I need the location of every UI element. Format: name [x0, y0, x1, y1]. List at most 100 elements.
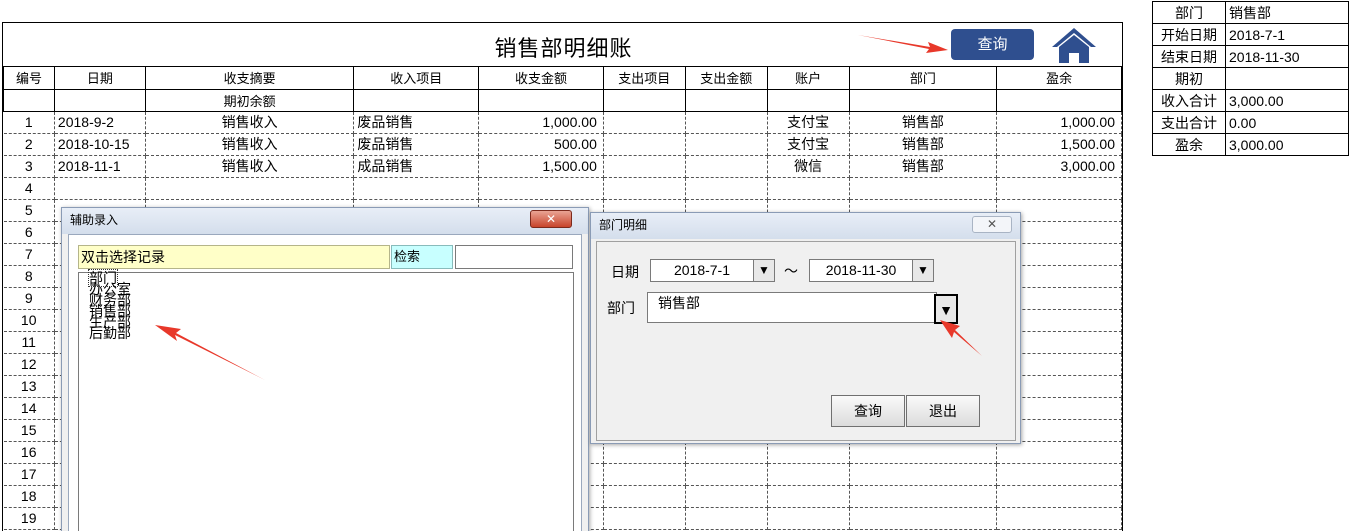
table-cell[interactable]: 微信 — [767, 155, 850, 178]
table-cell[interactable] — [603, 155, 686, 178]
table-cell[interactable]: 14 — [3, 397, 55, 420]
list-item[interactable]: 后勤部 — [79, 326, 573, 340]
column-header: 部门 — [848, 67, 998, 90]
table-cell[interactable]: 销售收入 — [145, 155, 355, 178]
table-cell[interactable] — [996, 177, 1122, 200]
table-cell[interactable]: 销售部 — [849, 133, 998, 156]
table-cell[interactable]: 2018-11-1 — [54, 155, 146, 178]
list-item[interactable]: 财务部 — [79, 293, 573, 307]
table-cell[interactable] — [603, 485, 686, 508]
table-cell[interactable]: 2 — [3, 133, 55, 156]
table-cell[interactable] — [849, 177, 998, 200]
table-cell[interactable]: 成品销售 — [353, 155, 480, 178]
department-select[interactable]: 销售部 — [647, 292, 937, 323]
table-cell[interactable] — [603, 507, 686, 530]
table-cell[interactable] — [145, 177, 355, 200]
table-cell[interactable] — [685, 441, 768, 464]
start-date-field[interactable]: 2018-7-1 — [650, 259, 754, 282]
table-cell[interactable]: 1,000.00 — [996, 111, 1122, 134]
table-cell[interactable]: 6 — [3, 221, 55, 244]
table-cell[interactable]: 支付宝 — [767, 133, 850, 156]
table-cell[interactable] — [603, 133, 686, 156]
table-cell[interactable] — [767, 485, 850, 508]
summary-row: 盈余 3,000.00 — [1152, 133, 1349, 156]
table-cell[interactable]: 3 — [3, 155, 55, 178]
table-cell[interactable]: 1,000.00 — [478, 111, 604, 134]
table-cell[interactable] — [685, 177, 768, 200]
table-cell[interactable] — [767, 177, 850, 200]
table-row: 1 2018-9-2 销售收入 废品销售 1,000.00 支付宝 销售部 1,000.00 — [3, 111, 1122, 134]
list-item[interactable]: 销售部 — [79, 304, 573, 318]
table-cell[interactable]: 1,500.00 — [996, 133, 1122, 156]
table-cell[interactable] — [996, 507, 1122, 530]
search-input[interactable] — [455, 245, 573, 269]
table-cell[interactable]: 13 — [3, 375, 55, 398]
table-cell[interactable]: 15 — [3, 419, 55, 442]
table-cell[interactable]: 7 — [3, 243, 55, 266]
table-cell[interactable]: 2018-9-2 — [54, 111, 146, 134]
search-label: 检索 — [391, 245, 453, 269]
end-date-field[interactable]: 2018-11-30 — [809, 259, 913, 282]
query-button[interactable]: 查询 — [831, 395, 905, 427]
summary-row: 部门 销售部 — [1152, 1, 1349, 24]
table-cell[interactable] — [685, 485, 768, 508]
table-cell[interactable] — [767, 441, 850, 464]
table-cell[interactable]: 废品销售 — [353, 111, 480, 134]
table-cell[interactable] — [996, 441, 1122, 464]
table-cell[interactable] — [603, 441, 686, 464]
table-cell[interactable] — [767, 507, 850, 530]
summary-row: 开始日期 2018-7-1 — [1152, 23, 1349, 46]
table-cell[interactable]: 支付宝 — [767, 111, 850, 134]
table-cell[interactable]: 销售收入 — [145, 111, 355, 134]
table-cell[interactable] — [996, 485, 1122, 508]
close-button[interactable]: ✕ — [972, 216, 1012, 233]
table-cell[interactable]: 3,000.00 — [996, 155, 1122, 178]
end-date-dropdown-icon[interactable]: ▼ — [912, 259, 934, 282]
table-cell[interactable]: 19 — [3, 507, 55, 530]
table-cell[interactable] — [54, 177, 146, 200]
table-cell[interactable] — [353, 177, 480, 200]
table-cell[interactable] — [767, 463, 850, 486]
table-cell[interactable]: 11 — [3, 331, 55, 354]
table-cell[interactable] — [849, 463, 998, 486]
table-cell[interactable] — [478, 177, 604, 200]
table-cell[interactable] — [849, 485, 998, 508]
table-cell[interactable] — [849, 507, 998, 530]
table-cell[interactable]: 17 — [3, 463, 55, 486]
table-cell[interactable]: 4 — [3, 177, 55, 200]
table-cell[interactable] — [685, 133, 768, 156]
table-cell[interactable] — [685, 463, 768, 486]
table-cell[interactable]: 10 — [3, 309, 55, 332]
table-cell[interactable]: 销售收入 — [145, 133, 355, 156]
start-date-dropdown-icon[interactable]: ▼ — [753, 259, 775, 282]
table-cell[interactable]: 1,500.00 — [478, 155, 604, 178]
table-cell[interactable]: 18 — [3, 485, 55, 508]
record-listbox[interactable]: 部门 办公室 财务部 销售部 生产部 后勤部 — [78, 269, 574, 531]
table-cell[interactable]: 12 — [3, 353, 55, 376]
query-button[interactable]: 查询 — [951, 29, 1034, 60]
table-cell[interactable]: 废品销售 — [353, 133, 480, 156]
table-cell[interactable] — [603, 111, 686, 134]
table-cell[interactable]: 16 — [3, 441, 55, 464]
exit-button[interactable]: 退出 — [906, 395, 980, 427]
close-button[interactable]: ✕ — [530, 210, 572, 228]
table-cell[interactable] — [685, 155, 768, 178]
table-cell[interactable] — [685, 507, 768, 530]
table-cell[interactable]: 销售部 — [849, 155, 998, 178]
list-item[interactable]: 办公室 — [79, 282, 573, 296]
home-icon[interactable] — [1048, 25, 1100, 65]
table-cell[interactable] — [685, 111, 768, 134]
table-cell[interactable]: 8 — [3, 265, 55, 288]
table-cell[interactable]: 销售部 — [849, 111, 998, 134]
table-cell[interactable] — [996, 463, 1122, 486]
table-cell[interactable]: 2018-10-15 — [54, 133, 146, 156]
list-item[interactable]: 部门 — [79, 269, 573, 287]
table-cell[interactable]: 9 — [3, 287, 55, 310]
table-cell[interactable]: 1 — [3, 111, 55, 134]
table-cell[interactable]: 5 — [3, 199, 55, 222]
table-cell[interactable]: 500.00 — [478, 133, 604, 156]
table-cell[interactable] — [849, 441, 998, 464]
table-cell[interactable] — [603, 177, 686, 200]
list-item[interactable]: 生产部 — [79, 315, 573, 329]
table-cell[interactable] — [603, 463, 686, 486]
